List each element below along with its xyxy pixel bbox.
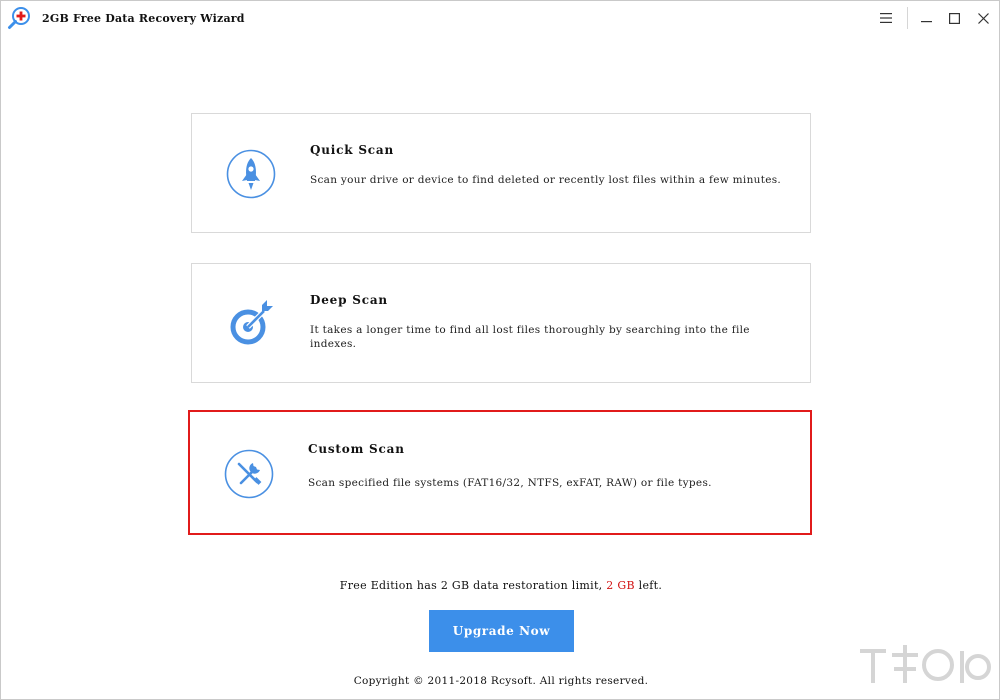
deep-scan-title: Deep Scan [310,293,388,307]
limit-notice-suffix: left. [634,579,663,592]
target-icon [230,300,273,345]
custom-scan-description: Scan specified file systems (FAT16/32, N… [308,477,712,489]
close-icon[interactable] [972,7,994,29]
limit-notice-prefix: Free Edition has 2 GB data restoration l… [339,579,607,592]
window-title: 2GB Free Data Recovery Wizard [42,12,245,25]
deep-scan-description: It takes a longer time to find all lost … [310,324,750,350]
app-window: 2GB Free Data Recovery Wizard Quick Scan… [0,0,1000,700]
quick-scan-title: Quick Scan [310,143,395,157]
menu-icon[interactable] [875,7,897,29]
maximize-icon[interactable] [943,7,965,29]
rocket-icon [226,149,276,199]
minimize-icon[interactable] [915,7,937,29]
deep-scan-card[interactable]: Deep Scan It takes a longer time to find… [191,263,811,383]
titlebar-divider [907,7,908,29]
app-logo-icon [8,7,30,29]
free-edition-limit-notice: Free Edition has 2 GB data restoration l… [1,579,1000,592]
tools-icon [224,449,274,499]
quick-scan-card[interactable]: Quick Scan Scan your drive or device to … [191,113,811,233]
copyright-text: Copyright © 2011-2018 Rcysoft. All right… [353,675,649,687]
custom-scan-title: Custom Scan [308,442,405,456]
quick-scan-description: Scan your drive or device to find delete… [310,174,782,186]
custom-scan-card[interactable]: Custom Scan Scan specified file systems … [188,410,812,535]
watermark-logo [860,645,991,683]
limit-remaining: 2 GB [606,579,635,592]
title-bar: 2GB Free Data Recovery Wizard [1,1,999,35]
upgrade-now-button[interactable]: Upgrade Now [429,610,574,652]
